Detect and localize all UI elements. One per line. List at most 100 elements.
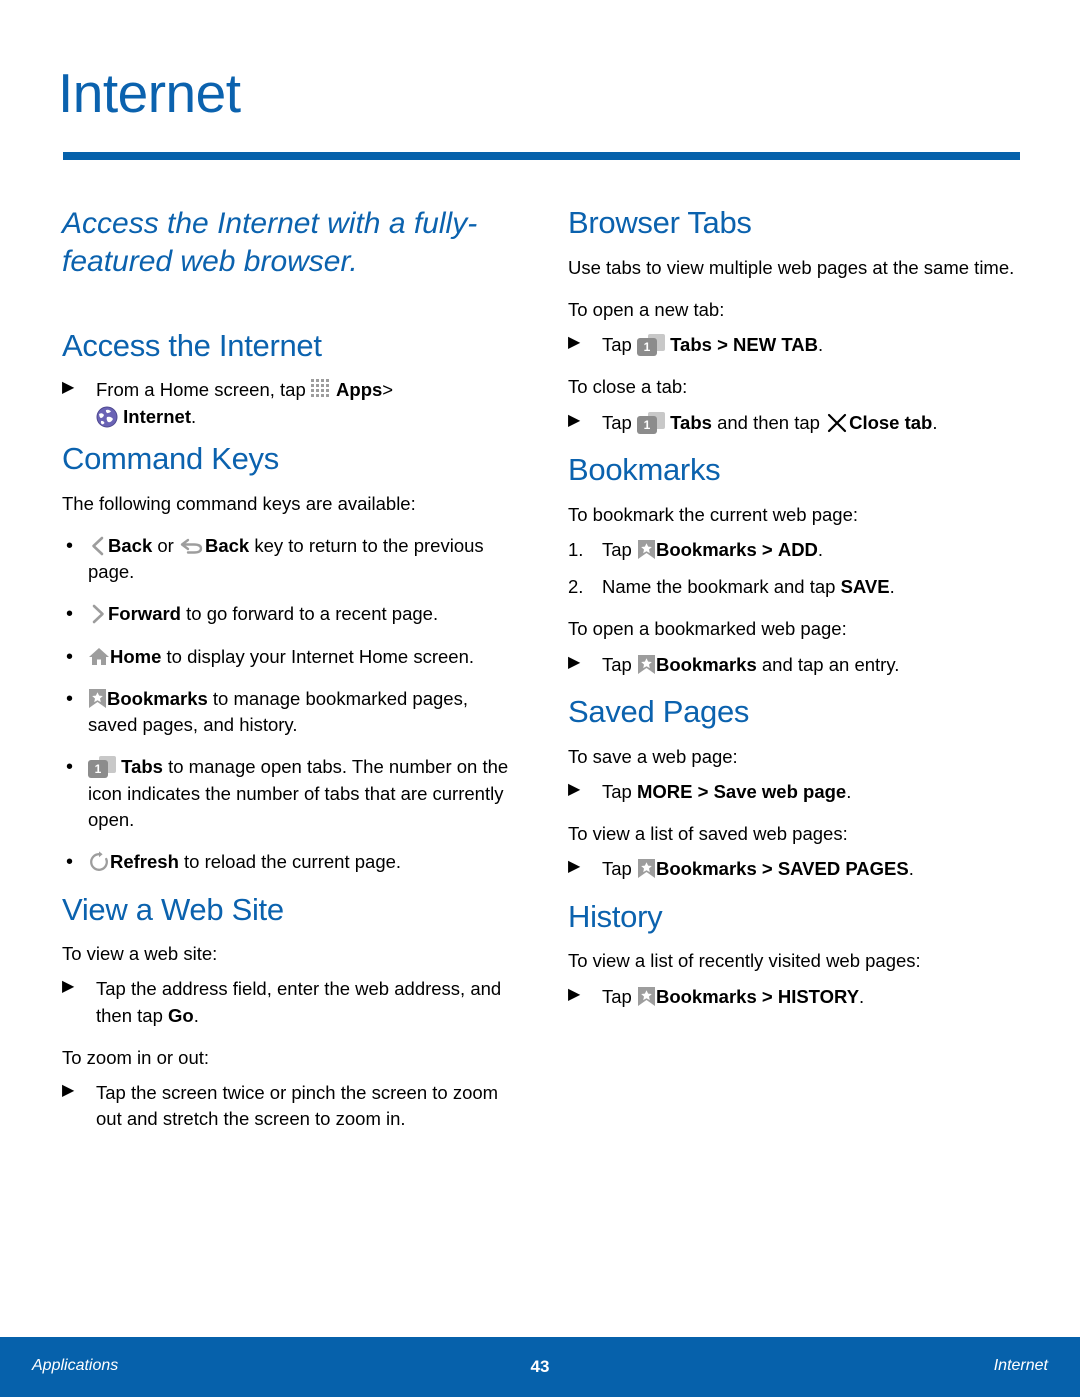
triangle-marker-icon: ▶ <box>62 1082 75 1100</box>
gt-separator: > <box>761 538 773 560</box>
tap-word: Tap <box>602 858 632 880</box>
gt-separator: > <box>692 780 714 802</box>
step-text-post: . <box>193 1004 199 1026</box>
title-divider <box>63 152 1020 160</box>
list-item-refresh: • Refresh to reload the current page. <box>62 849 514 875</box>
period: . <box>908 858 914 880</box>
chevron-right-icon <box>88 603 108 625</box>
tabs-icon: 1 <box>636 411 665 434</box>
tabs-icon: 1 <box>636 334 665 357</box>
heading-saved-pages: Saved Pages <box>568 693 750 729</box>
left-column: Access the Internet with a fully-feature… <box>62 205 514 1149</box>
step-number: 2. <box>568 576 584 598</box>
bookmark-icon <box>637 858 656 879</box>
command-keys-intro: The following command keys are available… <box>62 492 416 514</box>
page-footer: Applications 43 Internet <box>0 1337 1080 1397</box>
list-item-back: • Back or Back key to return to the prev… <box>62 533 514 586</box>
gt-separator: > <box>761 985 773 1007</box>
home-icon <box>88 646 110 667</box>
bookmarks-label: Bookmarks <box>655 985 757 1007</box>
history-label: HISTORY <box>777 985 860 1007</box>
chevron-left-icon <box>88 535 108 557</box>
open-bookmark-label: To open a bookmarked web page: <box>568 618 847 640</box>
bookmarks-label: Bookmarks <box>107 687 208 709</box>
bullet-marker: • <box>66 534 74 557</box>
tabs-label: Tabs <box>670 334 712 356</box>
tap-word: Tap <box>602 538 632 560</box>
bookmark-icon <box>637 654 656 675</box>
heading-access-the-internet: Access the Internet <box>62 327 322 363</box>
step-text: Tap Bookmarks > ADD. <box>602 539 823 560</box>
gt-separator: > <box>717 334 728 356</box>
save-web-page-label: Save web page <box>713 780 847 802</box>
heading-history: History <box>568 898 663 934</box>
list-item-bookmarks: • Bookmarks to manage bookmarked pages, … <box>62 686 514 739</box>
view-site-intro-2: To zoom in or out: <box>62 1046 210 1068</box>
tap-word: Tap <box>602 411 632 433</box>
footer-chapter-label: Internet <box>993 1357 1048 1374</box>
heading-view-a-web-site: View a Web Site <box>62 891 284 927</box>
browser-tabs-intro: Use tabs to view multiple web pages at t… <box>568 256 1015 278</box>
more-label: MORE <box>636 780 693 802</box>
step-open-bookmark: ▶ Tap Bookmarks and tap an entry. <box>568 652 1020 678</box>
bookmarks-label: Bookmarks <box>655 538 757 560</box>
step-text-pre: Tap the address field, enter the web add… <box>96 978 502 1026</box>
triangle-marker-icon: ▶ <box>568 985 581 1003</box>
history-intro: To view a list of recently visited web p… <box>568 950 921 972</box>
triangle-marker-icon: ▶ <box>568 334 581 352</box>
heading-command-keys: Command Keys <box>62 440 279 476</box>
new-tab-label: NEW TAB <box>733 334 818 356</box>
bookmark-icon <box>637 986 656 1007</box>
tap-word: Tap <box>602 653 632 675</box>
step-text: Tap Bookmarks > HISTORY. <box>602 986 864 1007</box>
step-text-pre: From a Home screen, tap <box>96 379 306 401</box>
step-number: 1. <box>568 538 584 560</box>
step-close-tab: ▶ Tap 1 Tabs and then tap Close tab. <box>568 410 1020 436</box>
tap-word: Tap <box>602 780 637 802</box>
page-title: Internet <box>58 62 241 124</box>
period: . <box>859 985 865 1007</box>
triangle-marker-icon: ▶ <box>568 858 581 876</box>
step-text: Tap 1 Tabs and then tap Close tab. <box>602 411 938 434</box>
list-item-home: • Home to display your Internet Home scr… <box>62 644 514 670</box>
forward-label: Forward <box>108 603 181 625</box>
bullet-marker: • <box>66 645 74 668</box>
step-text: Tap Bookmarks and tap an entry. <box>602 654 899 675</box>
step-view-saved-pages: ▶ Tap Bookmarks > SAVED PAGES. <box>568 856 1020 882</box>
period: . <box>889 576 895 598</box>
tabs-label: Tabs <box>670 411 712 433</box>
close-tab-label: To close a tab: <box>568 376 688 398</box>
saved-pages-label: SAVED PAGES <box>777 858 909 880</box>
close-icon <box>825 412 849 434</box>
list-item-forward: • Forward to go forward to a recent page… <box>62 601 514 627</box>
step-view-site: ▶ Tap the address field, enter the web a… <box>62 976 514 1029</box>
step-open-new-tab: ▶ Tap 1 Tabs > NEW TAB. <box>568 332 1020 358</box>
back-key-icon <box>179 536 205 556</box>
tap-word: Tap <box>602 985 632 1007</box>
and-then-tap: and then tap <box>717 411 820 433</box>
step-text: Name the bookmark and tap SAVE. <box>602 576 895 597</box>
intro-lede: Access the Internet with a fully-feature… <box>62 207 478 279</box>
period: . <box>817 334 824 356</box>
triangle-marker-icon: ▶ <box>62 978 75 996</box>
step-text: Tap Bookmarks > SAVED PAGES. <box>602 858 914 879</box>
step-text: Tap the screen twice or pinch the screen… <box>96 1082 499 1130</box>
footer-page-number: 43 <box>530 1357 550 1376</box>
home-label: Home <box>110 645 162 667</box>
right-column: Browser Tabs Use tabs to view multiple w… <box>568 205 1020 1026</box>
triangle-marker-icon: ▶ <box>568 780 581 798</box>
tabs-label: Tabs <box>121 756 163 778</box>
triangle-marker-icon: ▶ <box>62 379 75 397</box>
step-zoom: ▶ Tap the screen twice or pinch the scre… <box>62 1080 514 1133</box>
step-bookmark-save: 2. Name the bookmark and tap SAVE. <box>568 574 1020 600</box>
tap-word: Tap <box>602 334 632 356</box>
step-text-rest: and tap an entry. <box>761 653 900 675</box>
save-page-label: To save a web page: <box>568 745 738 767</box>
tabs-icon: 1 <box>88 756 116 779</box>
bookmark-icon <box>637 539 656 560</box>
step-access-internet: ▶ From a Home screen, tap Apps> Internet… <box>62 377 514 430</box>
internet-label: Internet <box>123 405 191 427</box>
bullet-marker: • <box>66 851 74 874</box>
gt-separator: > <box>761 858 773 880</box>
apps-label: Apps <box>336 379 383 401</box>
